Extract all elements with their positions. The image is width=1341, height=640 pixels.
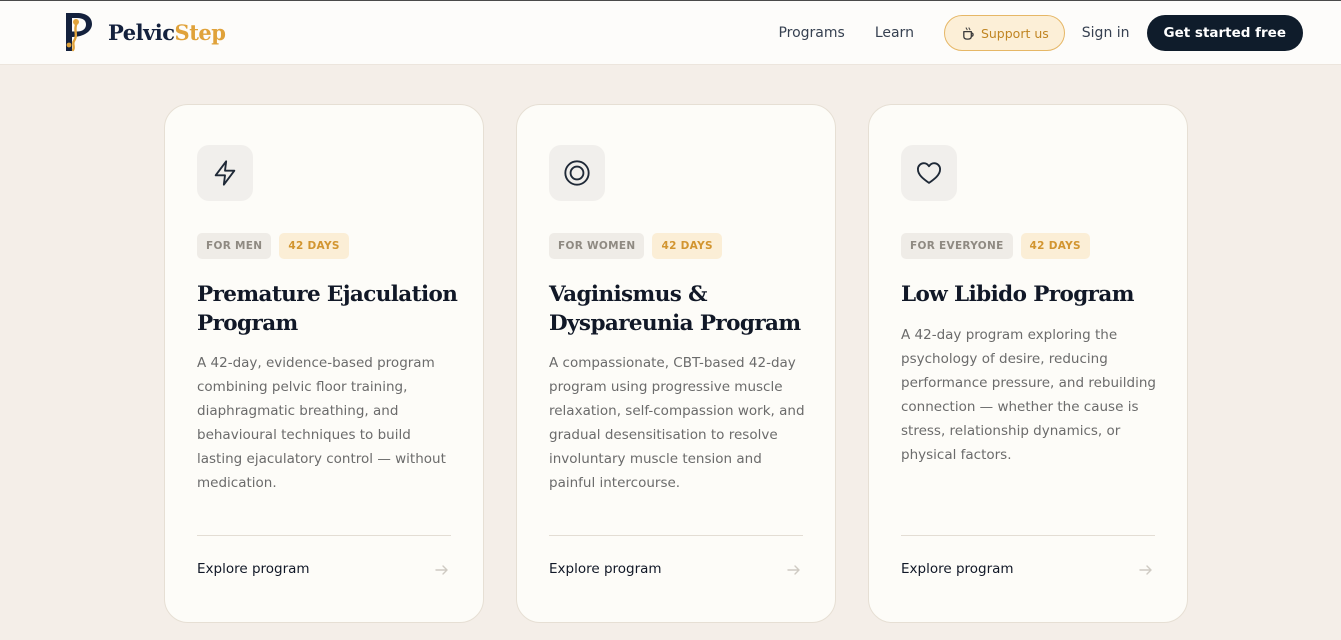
card-tags: FOR EVERYONE 42 DAYS [901,233,1098,259]
get-started-button[interactable]: Get started free [1146,15,1303,51]
duration-badge: 42 DAYS [279,233,349,259]
top-nav-bar: PelvicStep Programs Learn Support us Sig… [0,0,1341,65]
explore-program-link[interactable]: Explore program [549,561,662,577]
sign-in-link[interactable]: Sign in [1082,25,1130,41]
target-icon [564,160,590,186]
lightning-icon [214,160,236,186]
program-card-premature-ejaculation[interactable]: FOR MEN 42 DAYS Premature Ejaculation Pr… [164,104,484,623]
card-title: Premature Ejaculation Program [197,282,458,336]
arrow-right-icon[interactable] [435,563,449,577]
card-description: A 42-day, evidence-based program combini… [197,355,446,491]
logo-mark-icon [66,13,92,52]
duration-badge: 42 DAYS [652,233,722,259]
brand-name-part1: Pelvic [108,19,175,45]
card-divider [901,535,1155,536]
brand-name-part2: Step [174,19,226,45]
card-icon-box [901,145,957,201]
card-icon-box [197,145,253,201]
audience-badge: FOR MEN [197,233,272,259]
program-card-low-libido[interactable]: FOR EVERYONE 42 DAYS Low Libido Program … [868,104,1188,623]
card-tags: FOR MEN 42 DAYS [197,233,357,259]
brand-logo[interactable]: PelvicStep [62,9,226,55]
coffee-cup-icon [963,26,974,40]
card-icon-box [549,145,605,201]
nav-link-programs[interactable]: Programs [778,25,844,41]
main-nav: Programs Learn Support us Sign in Get st… [778,15,1303,51]
card-tags: FOR WOMEN 42 DAYS [549,233,730,259]
card-title: Vaginismus & Dyspareunia Program [549,282,801,336]
brand-name: PelvicStep [108,19,226,45]
support-us-button[interactable]: Support us [943,15,1065,51]
arrow-right-icon[interactable] [1139,563,1153,577]
audience-badge: FOR EVERYONE [901,233,1013,259]
explore-program-link[interactable]: Explore program [197,561,310,577]
audience-badge: FOR WOMEN [549,233,645,259]
card-title: Low Libido Program [901,282,1134,307]
heart-icon [916,162,942,184]
arrow-right-icon[interactable] [787,563,801,577]
nav-link-learn[interactable]: Learn [875,25,914,41]
support-us-label: Support us [980,25,1049,41]
card-description: A compassionate, CBT-based 42-day progra… [549,355,805,491]
card-divider [549,535,803,536]
duration-badge: 42 DAYS [1020,233,1090,259]
card-divider [197,535,451,536]
explore-program-link[interactable]: Explore program [901,561,1014,577]
program-card-vaginismus[interactable]: FOR WOMEN 42 DAYS Vaginismus & Dyspareun… [516,104,836,623]
card-description: A 42-day program exploring the psycholog… [901,327,1156,463]
